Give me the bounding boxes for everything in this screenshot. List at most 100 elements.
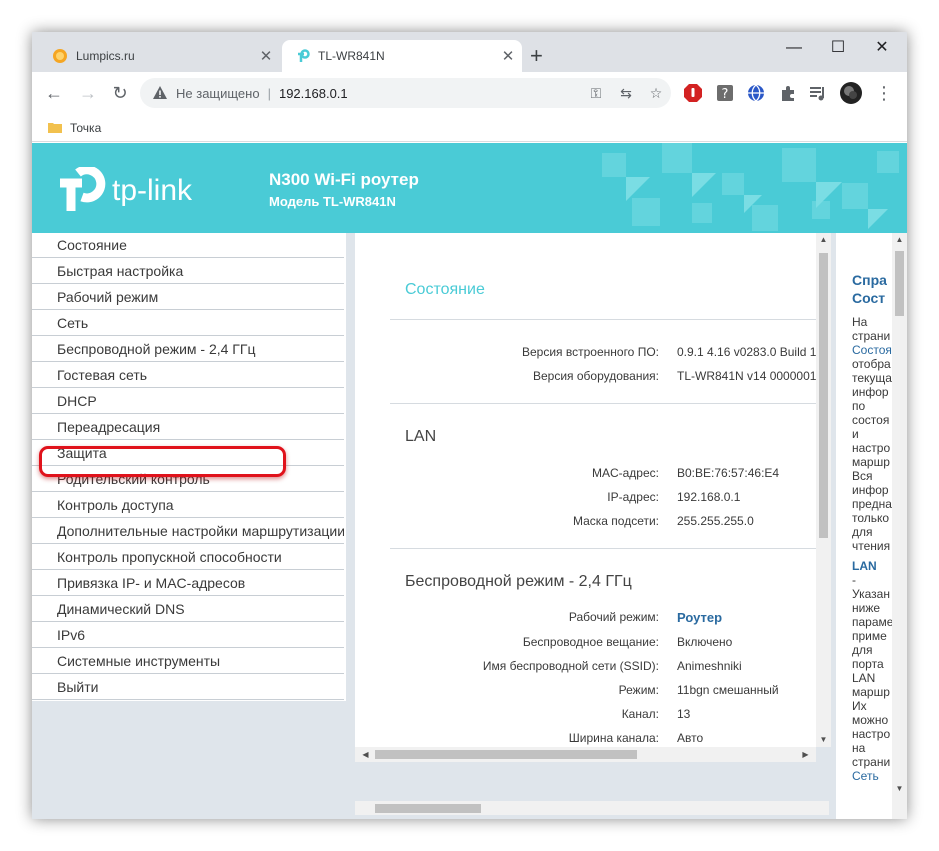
- adblock-extension-icon[interactable]: [683, 83, 703, 103]
- product-info: N300 Wi-Fi роутер Модель TL-WR841N: [269, 170, 419, 209]
- puzzle-extensions-icon[interactable]: [778, 83, 798, 103]
- menu-item-dhcp[interactable]: DHCP: [32, 389, 344, 414]
- lan-title: LAN: [405, 428, 437, 445]
- help-text-2: отобра текуща инфор по состоя и настро м…: [852, 357, 892, 553]
- menu-item-guest-network[interactable]: Гостевая сеть: [32, 363, 344, 388]
- scroll-up-arrow-icon[interactable]: ▲: [816, 235, 831, 244]
- tplink-favicon-icon: [298, 49, 310, 62]
- warning-icon[interactable]: [152, 85, 168, 101]
- scroll-down-arrow-icon[interactable]: ▼: [816, 735, 831, 744]
- help-extension-icon[interactable]: ?: [715, 83, 735, 103]
- ssid-value: Animeshniki: [677, 659, 742, 673]
- model-name: Модель TL-WR841N: [269, 194, 396, 209]
- menu-item-logout[interactable]: Выйти: [32, 675, 344, 700]
- menu-item-operation-mode[interactable]: Рабочий режим: [32, 285, 344, 310]
- menu-item-status[interactable]: Состояние: [32, 233, 344, 258]
- channel-label: Канал:: [621, 707, 659, 721]
- wireless-title: Беспроводной режим - 2,4 ГГц: [405, 573, 632, 590]
- menu-item-system-tools[interactable]: Системные инструменты: [32, 649, 344, 674]
- bookmarks-bar: Точка: [32, 114, 907, 142]
- help-title-line2: Сост: [852, 290, 886, 306]
- menu-filler: [32, 701, 346, 819]
- help-link-network[interactable]: Сеть: [852, 769, 879, 783]
- help-subtitle-lan: LAN: [852, 559, 877, 573]
- tab-title: TL-WR841N: [318, 49, 385, 63]
- forward-button[interactable]: →: [74, 80, 102, 108]
- divider: [390, 548, 829, 549]
- close-window-button[interactable]: ✕: [860, 36, 904, 60]
- scroll-thumb[interactable]: [819, 253, 828, 538]
- width-value: Авто: [677, 731, 704, 745]
- url-text[interactable]: 192.168.0.1: [279, 86, 581, 101]
- minimize-button[interactable]: —: [772, 36, 816, 60]
- content-vertical-scrollbar[interactable]: ▲ ▼: [816, 233, 831, 747]
- logo-text: tp-link: [112, 174, 193, 207]
- help-panel: Спра Сост На страни Состоя отобра текуща…: [836, 233, 892, 819]
- key-icon[interactable]: ⚿: [581, 85, 611, 102]
- status-content: Состояние Версия встроенного ПО: 0.9.1 4…: [355, 233, 829, 747]
- globe-extension-icon[interactable]: [746, 83, 766, 103]
- playlist-icon[interactable]: [808, 83, 828, 103]
- tab-close-icon[interactable]: ✕: [498, 47, 518, 65]
- scroll-right-arrow-icon[interactable]: ▶: [798, 750, 813, 759]
- menu-item-access-control[interactable]: Контроль доступа: [32, 493, 344, 518]
- menu-item-wireless[interactable]: Беспроводной режим - 2,4 ГГц: [32, 337, 344, 362]
- tab-lumpics[interactable]: Lumpics.ru ✕: [40, 40, 280, 72]
- back-button[interactable]: ←: [40, 80, 68, 108]
- bookmark-tochka[interactable]: Точка: [70, 121, 101, 135]
- bookmark-star-icon[interactable]: ☆: [641, 85, 671, 102]
- reload-button[interactable]: ↻: [106, 80, 134, 108]
- menu-item-ipv6[interactable]: IPv6: [32, 623, 344, 648]
- help-title-line1: Спра: [852, 272, 887, 288]
- router-menu: Состояние Быстрая настройка Рабочий режи…: [32, 233, 346, 819]
- menu-item-network[interactable]: Сеть: [32, 311, 344, 336]
- mode-value: 11bgn смешанный: [677, 683, 779, 697]
- profile-avatar[interactable]: [840, 82, 862, 104]
- hardware-label: Версия оборудования:: [533, 369, 659, 383]
- ip-value: 192.168.0.1: [677, 490, 741, 504]
- router-banner: tp-link N300 Wi-Fi роутер Модель TL-WR84…: [32, 143, 907, 233]
- scroll-up-arrow-icon[interactable]: ▲: [892, 235, 907, 244]
- scroll-thumb[interactable]: [375, 750, 637, 759]
- mac-label: MAC-адрес:: [591, 466, 659, 480]
- content-horizontal-scrollbar[interactable]: ◀ ▶: [355, 747, 816, 762]
- help-text: На страни Состоя отобра текуща инфор по …: [852, 315, 892, 553]
- tplink-logo-icon: [60, 167, 106, 211]
- help-scrollbar[interactable]: ▲ ▼: [892, 233, 907, 819]
- firmware-label: Версия встроенного ПО:: [522, 345, 659, 359]
- scroll-down-arrow-icon[interactable]: ▼: [892, 784, 907, 793]
- menu-item-ip-mac-binding[interactable]: Привязка IP- и MAC-адресов: [32, 571, 344, 596]
- tab-strip: Lumpics.ru ✕ TL-WR841N ✕ + — ☐ ✕: [32, 32, 907, 72]
- menu-item-bandwidth-control[interactable]: Контроль пропускной способности: [32, 545, 344, 570]
- op-mode-label: Рабочий режим:: [568, 610, 659, 624]
- address-bar[interactable]: Не защищено | 192.168.0.1 ⚿ ⇆ ☆: [140, 78, 671, 108]
- maximize-button[interactable]: ☐: [816, 36, 860, 60]
- browser-toolbar: ← → ↻ Не защищено | 192.168.0.1 ⚿ ⇆ ☆ ?: [32, 72, 907, 114]
- help-link-status[interactable]: Состоя: [852, 343, 892, 357]
- menu-item-quick-setup[interactable]: Быстрая настройка: [32, 259, 344, 284]
- product-name: N300 Wi-Fi роутер: [269, 170, 419, 189]
- mask-value: 255.255.255.0: [677, 514, 754, 528]
- address-separator: |: [267, 85, 271, 101]
- help-text-3: - Указан ниже параме приме для порта LAN…: [852, 573, 892, 769]
- tab-router[interactable]: TL-WR841N ✕: [282, 40, 522, 72]
- scroll-left-arrow-icon[interactable]: ◀: [358, 750, 373, 759]
- folder-icon: [48, 123, 62, 133]
- menu-item-advanced-routing[interactable]: Дополнительные настройки маршрутизации: [32, 519, 344, 544]
- scroll-thumb[interactable]: [375, 804, 481, 813]
- scroll-thumb[interactable]: [895, 251, 904, 316]
- frame-horizontal-scrollbar[interactable]: [355, 801, 829, 815]
- divider: [390, 319, 829, 320]
- menu-item-forwarding[interactable]: Переадресация: [32, 415, 344, 440]
- ip-label: IP-адрес:: [607, 490, 659, 504]
- router-page: tp-link N300 Wi-Fi роутер Модель TL-WR84…: [32, 143, 907, 819]
- new-tab-button[interactable]: +: [530, 44, 543, 68]
- help-text-1: На страни: [852, 315, 891, 343]
- menu-item-dynamic-dns[interactable]: Динамический DNS: [32, 597, 344, 622]
- tab-close-icon[interactable]: ✕: [256, 47, 276, 65]
- translate-icon[interactable]: ⇆: [611, 85, 641, 102]
- tab-title: Lumpics.ru: [76, 49, 135, 63]
- width-label: Ширина канала:: [568, 731, 659, 745]
- browser-menu-icon[interactable]: ⋮: [870, 80, 898, 108]
- firmware-value: 0.9.1 4.16 v0283.0 Build 1: [677, 345, 817, 359]
